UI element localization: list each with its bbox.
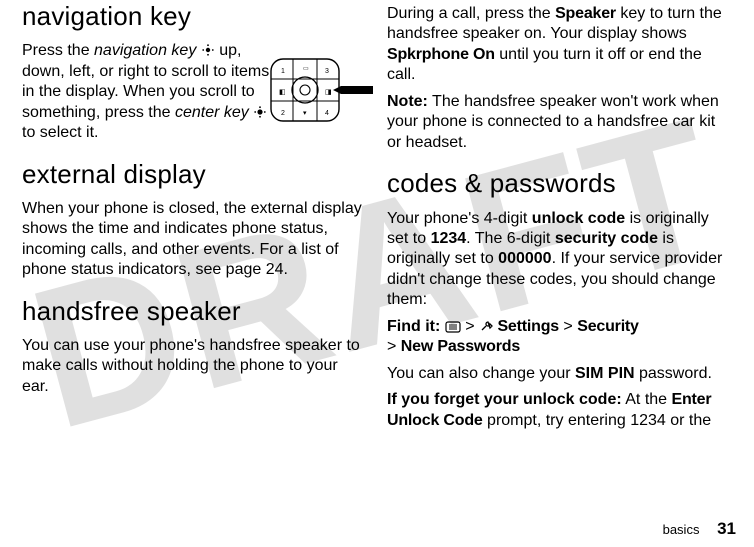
text-italic: center key xyxy=(175,104,249,121)
page-content: navigation key Press the navigation key … xyxy=(0,0,754,547)
center-key-icon xyxy=(253,105,267,119)
text-bold: Find it: xyxy=(387,318,440,335)
nav-key-paragraph: Press the navigation key up, down, left,… xyxy=(22,41,282,143)
forget-paragraph: If you forget your unlock code: At the E… xyxy=(387,390,732,431)
navpad-diagram: 1 ▭ 3 ◧ ◨ 2 ▾ 4 xyxy=(267,53,373,139)
heading-navigation-key: navigation key xyxy=(22,0,367,33)
svg-text:3: 3 xyxy=(325,68,329,75)
text-bold: 1234 xyxy=(431,230,467,247)
heading-codes-passwords: codes & passwords xyxy=(387,167,732,200)
left-column: navigation key Press the navigation key … xyxy=(12,0,377,547)
codes-paragraph: Your phone's 4-digit unlock code is orig… xyxy=(387,209,732,311)
text-bold: 000000 xyxy=(498,250,551,267)
text: During a call, press the xyxy=(387,5,555,22)
tools-icon xyxy=(479,319,493,333)
text: > xyxy=(461,318,479,335)
speaker-paragraph: During a call, press the Speaker key to … xyxy=(387,4,732,86)
text: . The 6-digit xyxy=(466,230,555,247)
handsfree-paragraph: You can use your phone's handsfree speak… xyxy=(22,336,367,397)
svg-text:1: 1 xyxy=(281,68,285,75)
heading-external-display: external display xyxy=(22,158,367,191)
text-italic: navigation key xyxy=(94,42,196,59)
text-bold: Settings xyxy=(497,318,559,335)
text-bold: Security xyxy=(577,318,639,335)
svg-text:▭: ▭ xyxy=(303,66,309,72)
note-paragraph: Note: The handsfree speaker won't work w… xyxy=(387,92,732,153)
text: > xyxy=(559,318,577,335)
text: You can also change your xyxy=(387,365,575,382)
text: to select it. xyxy=(22,124,98,141)
heading-handsfree-speaker: handsfree speaker xyxy=(22,295,367,328)
text-bold: Speaker xyxy=(555,5,616,22)
text-bold: Spkrphone On xyxy=(387,46,495,63)
nav-dot-icon xyxy=(201,43,215,57)
right-column: During a call, press the Speaker key to … xyxy=(377,0,742,547)
nav-key-block: Press the navigation key up, down, left,… xyxy=(22,41,367,143)
svg-text:4: 4 xyxy=(325,110,329,117)
text: password. xyxy=(635,365,712,382)
text: prompt, try entering 1234 or the xyxy=(483,412,712,429)
text-bold: New Passwords xyxy=(401,338,520,355)
svg-text:▾: ▾ xyxy=(303,110,307,117)
find-it-line: Find it: > Settings > Security > New Pas… xyxy=(387,317,732,358)
text: Press the xyxy=(22,42,94,59)
external-display-paragraph: When your phone is closed, the external … xyxy=(22,199,367,281)
text-bold: unlock code xyxy=(532,210,625,227)
menu-key-icon xyxy=(445,319,461,333)
svg-text:◨: ◨ xyxy=(325,89,332,96)
sim-pin-paragraph: You can also change your SIM PIN passwor… xyxy=(387,364,732,384)
text: Your phone's 4-digit xyxy=(387,210,532,227)
text-bold: security code xyxy=(555,230,658,247)
text-bold: SIM PIN xyxy=(575,365,635,382)
text-bold: If you forget your unlock code: xyxy=(387,391,622,408)
text-bold: Note: xyxy=(387,93,428,110)
svg-text:2: 2 xyxy=(281,110,285,117)
text: The handsfree speaker won't work when yo… xyxy=(387,93,719,151)
text: At the xyxy=(622,391,672,408)
text: > xyxy=(387,338,401,355)
svg-text:◧: ◧ xyxy=(279,89,286,96)
